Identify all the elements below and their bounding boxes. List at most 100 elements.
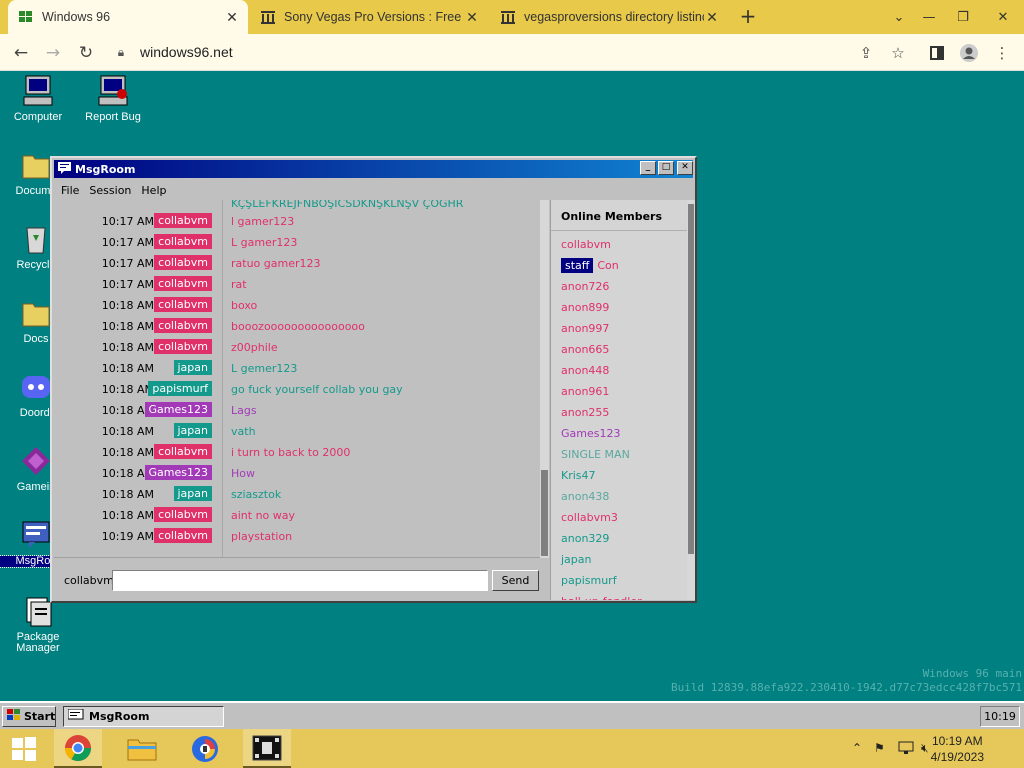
- close-window-icon[interactable]: ✕: [986, 0, 1020, 34]
- desktop-icon-report-bug[interactable]: Report Bug: [75, 74, 151, 123]
- close-tab-icon[interactable]: ✕: [704, 9, 720, 25]
- member-item[interactable]: ball-up-fondler: [561, 595, 642, 600]
- staff-badge: staff: [561, 258, 594, 273]
- message-username-badge[interactable]: Games123: [144, 465, 212, 480]
- computer-icon: [21, 74, 55, 108]
- member-item[interactable]: japan: [561, 553, 592, 566]
- member-item[interactable]: Kris47: [561, 469, 596, 482]
- message-username-badge[interactable]: japan: [173, 423, 212, 438]
- message-row: 10:18 AM Games123 How: [54, 463, 542, 484]
- message-username-badge[interactable]: collabvm: [154, 234, 212, 249]
- member-item[interactable]: anon329: [561, 532, 609, 545]
- share-icon[interactable]: ⇪: [855, 42, 877, 64]
- member-name: anon665: [561, 343, 610, 356]
- message-username-badge[interactable]: collabvm: [154, 444, 212, 459]
- member-item[interactable]: anon438: [561, 490, 609, 503]
- video-player-icon[interactable]: [243, 729, 291, 768]
- message-username-badge[interactable]: collabvm: [154, 318, 212, 333]
- desktop-icon-computer[interactable]: Computer: [0, 74, 76, 123]
- message-row: 10:18 AM japan L gemer123: [54, 358, 542, 379]
- desktop-icon-package-manager[interactable]: Package Manager: [0, 594, 76, 654]
- vpn-app-icon[interactable]: [181, 729, 229, 768]
- window-titlebar[interactable]: MsgRoom: [54, 160, 693, 178]
- forward-arrow-icon[interactable]: →: [40, 40, 66, 66]
- taskbar-item-msgroom[interactable]: MsgRoom: [63, 706, 224, 727]
- message-timestamp: 10:18 AM: [101, 446, 154, 459]
- message-row: 10:19 AM collabvm playstation: [54, 526, 542, 547]
- member-item[interactable]: anon665: [561, 343, 609, 356]
- side-panel-icon[interactable]: [926, 42, 948, 64]
- member-item[interactable]: anon255: [561, 406, 609, 419]
- windows-start-icon[interactable]: [0, 729, 48, 768]
- network-icon[interactable]: [898, 741, 914, 758]
- chat-scrollbar-thumb[interactable]: [541, 470, 548, 556]
- minimize-window-button[interactable]: _: [640, 161, 656, 175]
- win96-taskbar: Start MsgRoom 10:19: [0, 701, 1024, 729]
- message-username-badge[interactable]: Games123: [144, 402, 212, 417]
- message-username-badge[interactable]: japan: [173, 360, 212, 375]
- profile-avatar-icon[interactable]: [958, 42, 980, 64]
- member-item[interactable]: collabvm: [561, 238, 611, 251]
- tab-windows96[interactable]: Windows 96 ✕: [8, 0, 248, 34]
- message-username-badge[interactable]: collabvm: [154, 297, 212, 312]
- menu-session[interactable]: Session: [84, 184, 136, 197]
- member-item[interactable]: anon726: [561, 280, 609, 293]
- members-scrollbar-thumb[interactable]: [688, 204, 694, 554]
- close-tab-icon[interactable]: ✕: [224, 9, 240, 25]
- member-item[interactable]: SINGLE MAN: [561, 448, 630, 461]
- member-item[interactable]: anon997: [561, 322, 609, 335]
- member-item[interactable]: anon961: [561, 385, 609, 398]
- chat-scrollbar[interactable]: [540, 200, 549, 558]
- archive-favicon-icon: [500, 9, 516, 25]
- flag-icon[interactable]: ⚑: [874, 741, 885, 755]
- kebab-menu-icon[interactable]: ⋮: [991, 42, 1013, 64]
- chrome-taskbar-icon[interactable]: [54, 729, 102, 768]
- chat-message-list[interactable]: KÇŞLEFKREJFNBOŞICSDKNŞKLNŞV ÇOGHR 10:17 …: [54, 200, 542, 558]
- member-item[interactable]: anon448: [561, 364, 609, 377]
- tab-sony-vegas[interactable]: Sony Vegas Pro Versions : Free D ✕: [250, 0, 488, 34]
- member-item[interactable]: collabvm3: [561, 511, 618, 524]
- minimize-icon[interactable]: —: [912, 0, 946, 34]
- message-username-badge[interactable]: japan: [173, 486, 212, 501]
- message-username-badge[interactable]: collabvm: [154, 339, 212, 354]
- tab-search-chevron-icon[interactable]: ⌄: [882, 0, 916, 34]
- message-username-badge[interactable]: collabvm: [154, 213, 212, 228]
- close-window-button[interactable]: ✕: [677, 161, 693, 175]
- member-name: japan: [561, 553, 592, 566]
- system-clock[interactable]: 10:19 AM 4/19/2023: [931, 733, 984, 765]
- start-button[interactable]: Start: [2, 706, 56, 727]
- message-row: 10:18 AM collabvm booozooooooooooooooo: [54, 316, 542, 337]
- message-username-badge[interactable]: collabvm: [154, 276, 212, 291]
- message-timestamp: 10:18 AM: [101, 362, 154, 375]
- show-hidden-icons-chevron-icon[interactable]: ⌃: [852, 741, 862, 755]
- close-tab-icon[interactable]: ✕: [464, 9, 480, 25]
- member-item[interactable]: Games123: [561, 427, 620, 440]
- members-scrollbar[interactable]: [687, 200, 695, 600]
- file-explorer-icon[interactable]: [118, 729, 166, 768]
- host-taskbar: ⌃ ⚑ 🔇︎ 10:19 AM 4/19/2023: [0, 729, 1024, 768]
- message-username-badge[interactable]: papismurf: [148, 381, 212, 396]
- menu-file[interactable]: File: [56, 184, 84, 197]
- message-input[interactable]: [112, 570, 488, 591]
- new-tab-button[interactable]: +: [736, 5, 760, 29]
- restore-icon[interactable]: ❐: [946, 0, 980, 34]
- menu-bar: File Session Help: [56, 180, 171, 200]
- win96-clock: 10:19: [980, 706, 1020, 727]
- member-item[interactable]: papismurf: [561, 574, 617, 587]
- menu-help[interactable]: Help: [136, 184, 171, 197]
- reload-icon[interactable]: ↻: [73, 40, 99, 66]
- url-bar[interactable]: 🔒︎ windows96.net: [110, 38, 880, 66]
- member-name: Games123: [561, 427, 621, 440]
- message-username-badge[interactable]: collabvm: [154, 255, 212, 270]
- lock-icon[interactable]: 🔒︎: [110, 45, 132, 60]
- volume-muted-icon[interactable]: 🔇︎: [921, 741, 929, 756]
- message-username-badge[interactable]: collabvm: [154, 528, 212, 543]
- message-username-badge[interactable]: collabvm: [154, 507, 212, 522]
- member-item[interactable]: anon899: [561, 301, 609, 314]
- tab-vegasproversions[interactable]: vegasproversions directory listinc ✕: [490, 0, 728, 34]
- bookmark-star-icon[interactable]: ☆: [887, 42, 909, 64]
- maximize-window-button[interactable]: □: [658, 161, 674, 175]
- member-item[interactable]: staff Con: [561, 258, 619, 273]
- back-arrow-icon[interactable]: ←: [8, 40, 34, 66]
- send-button[interactable]: Send: [492, 570, 539, 591]
